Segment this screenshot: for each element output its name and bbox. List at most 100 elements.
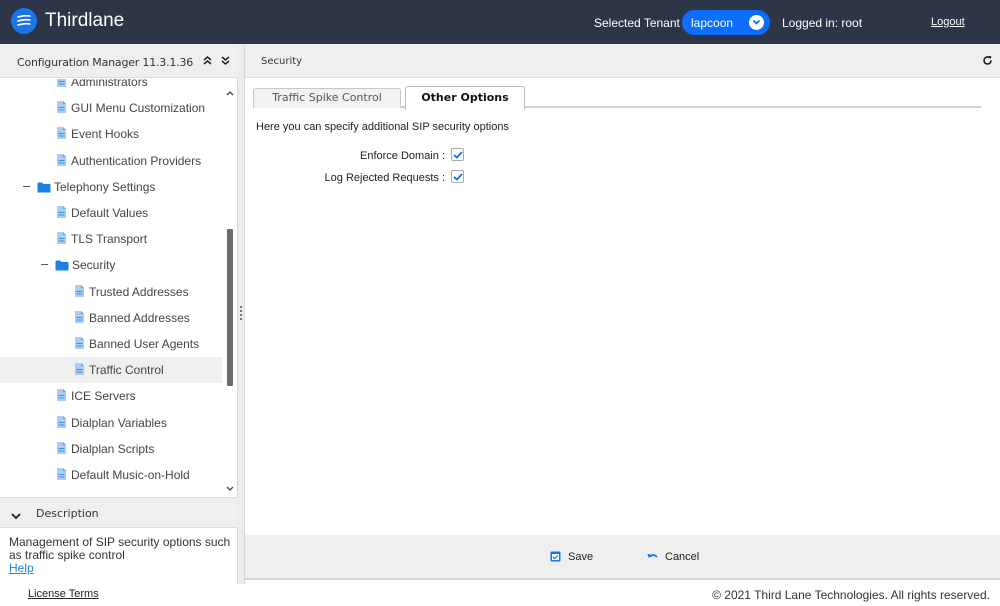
cancel-label: Cancel (665, 551, 700, 563)
document-icon (57, 389, 66, 402)
tree-item-event-hooks[interactable]: Event Hooks (0, 121, 222, 147)
tree-item-label: Event Hooks (71, 127, 140, 142)
document-icon (57, 153, 66, 166)
tenant-label: Selected Tenant : (594, 16, 687, 30)
tree-item-ice-servers[interactable]: ICE Servers (0, 383, 222, 409)
main-header: Security (245, 44, 1000, 78)
tenant-select[interactable]: lapcoon (682, 10, 770, 35)
tree-item-label: Administrators (71, 79, 148, 89)
tree-item-label: Banned Addresses (89, 310, 190, 325)
description-text: Management of SIP security options such … (9, 535, 231, 562)
chevron-down-icon (11, 509, 21, 523)
tab-bar: Traffic Spike Control Other Options (253, 86, 981, 110)
top-header: Thirdlane Selected Tenant : lapcoon Logg… (0, 0, 1000, 44)
action-bar: Save Cancel (245, 535, 1000, 580)
tree-item-authentication-providers[interactable]: Authentication Providers (0, 148, 222, 174)
panel-splitter[interactable] (238, 44, 245, 584)
thirdlane-logo-icon (11, 8, 37, 34)
tree-item-administrators[interactable]: Administrators (0, 79, 222, 95)
tree-item-banned-user-agents[interactable]: Banned User Agents (0, 331, 222, 357)
document-icon (57, 127, 66, 140)
undo-icon (647, 551, 658, 564)
enforce-domain-checkbox[interactable] (451, 148, 464, 161)
log-rejected-requests-label: Log Rejected Requests : (324, 172, 445, 184)
cancel-button[interactable]: Cancel (647, 550, 717, 566)
navigation-panel: Configuration Manager 11.3.1.36 Administ… (0, 44, 238, 584)
tree-item-label: Banned User Agents (89, 337, 200, 351)
tree-item-label: Dialplan Scripts (71, 441, 155, 456)
tree-item-dialplan-variables[interactable]: Dialplan Variables (0, 410, 222, 436)
document-icon (57, 232, 66, 245)
document-icon (57, 101, 66, 114)
drag-handle-icon[interactable] (240, 306, 242, 322)
tree-item-dialplan-scripts[interactable]: Dialplan Scripts (0, 436, 222, 462)
tree-item-label: Security (72, 258, 116, 273)
document-icon (57, 468, 66, 480)
double-chevron-down-icon[interactable] (220, 55, 231, 69)
page-footer: License Terms © 2021 Third Lane Technolo… (0, 584, 1000, 606)
document-icon (57, 415, 66, 428)
collapse-icon[interactable] (23, 185, 30, 187)
description-body: Management of SIP security options such … (9, 536, 231, 575)
enforce-domain-label: Enforce Domain : (360, 150, 445, 162)
navigation-panel-header: Configuration Manager 11.3.1.36 (0, 44, 238, 78)
tree-item-label: GUI Menu Customization (71, 101, 206, 116)
tree-item-telephony-settings[interactable]: Telephony Settings (0, 174, 222, 200)
tree-item-label: Authentication Providers (71, 153, 202, 168)
configuration-tree: Administrators GUI Menu Customization Even… (0, 79, 222, 495)
save-label: Save (568, 551, 594, 563)
tree-item-gui-menu-customization[interactable]: GUI Menu Customization (0, 95, 222, 121)
tree-item-banned-addresses[interactable]: Banned Addresses (0, 305, 222, 331)
copyright-text: © 2021 Third Lane Technologies. All righ… (712, 588, 990, 602)
log-rejected-requests-checkbox[interactable] (451, 170, 464, 183)
enforce-domain-row: Enforce Domain : (245, 148, 475, 164)
document-icon (57, 79, 66, 87)
document-icon (75, 363, 84, 376)
folder-icon (37, 182, 51, 193)
tree-item-tls-transport[interactable]: TLS Transport (0, 226, 222, 252)
tree-item-security[interactable]: Security (0, 252, 222, 278)
panel-title: Configuration Manager 11.3.1.36 (17, 56, 194, 69)
tree-scrollbar[interactable] (222, 79, 237, 495)
scrollbar-thumb[interactable] (227, 229, 233, 386)
scroll-down-icon[interactable] (226, 481, 234, 495)
document-icon (57, 206, 66, 218)
log-rejected-requests-row: Log Rejected Requests : (245, 170, 475, 186)
document-icon (75, 310, 84, 323)
tab-other-options[interactable]: Other Options (405, 86, 525, 110)
tree-item-trusted-addresses[interactable]: Trusted Addresses (0, 279, 222, 305)
tree-item-label: Default Music-on-Hold (71, 468, 190, 482)
scroll-up-icon[interactable] (226, 85, 234, 99)
save-button[interactable]: Save (550, 550, 610, 566)
intro-text: Here you can specify additional SIP secu… (256, 121, 509, 133)
chevron-down-icon (749, 15, 764, 30)
tree-item-default-values[interactable]: Default Values (0, 200, 222, 226)
double-chevron-up-icon[interactable] (202, 55, 213, 69)
document-icon (75, 284, 84, 297)
tree-item-label: ICE Servers (71, 389, 136, 404)
document-icon (75, 337, 84, 349)
description-title: Description (36, 507, 99, 520)
tree-item-traffic-control[interactable]: Traffic Control (0, 357, 222, 384)
logged-in-status: Logged in: root (782, 16, 863, 30)
tree-item-label: Traffic Control (89, 363, 164, 378)
tenant-value: lapcoon (691, 16, 734, 30)
tree-item-default-music-on-hold[interactable]: Default Music-on-Hold (0, 462, 222, 488)
logout-link[interactable]: Logout (931, 16, 965, 28)
brand-name: Thirdlane (45, 10, 125, 31)
license-terms-link[interactable]: License Terms (28, 588, 99, 600)
document-icon (57, 441, 66, 454)
tree-item-label: Telephony Settings (54, 179, 156, 194)
main-content: Security Traffic Spike Control Other Opt… (245, 44, 1000, 584)
description-header[interactable]: Description (0, 497, 238, 528)
tree-item-label: Dialplan Variables (71, 415, 167, 430)
tab-traffic-spike-control[interactable]: Traffic Spike Control (253, 88, 401, 108)
help-link[interactable]: Help (9, 562, 231, 575)
tree-item-label: Default Values (71, 206, 149, 220)
tree-item-label: Trusted Addresses (89, 284, 189, 299)
folder-icon (55, 260, 69, 271)
save-icon (550, 551, 561, 565)
refresh-icon[interactable] (982, 55, 993, 69)
collapse-icon[interactable] (41, 264, 48, 266)
tree-item-label: TLS Transport (71, 232, 148, 247)
